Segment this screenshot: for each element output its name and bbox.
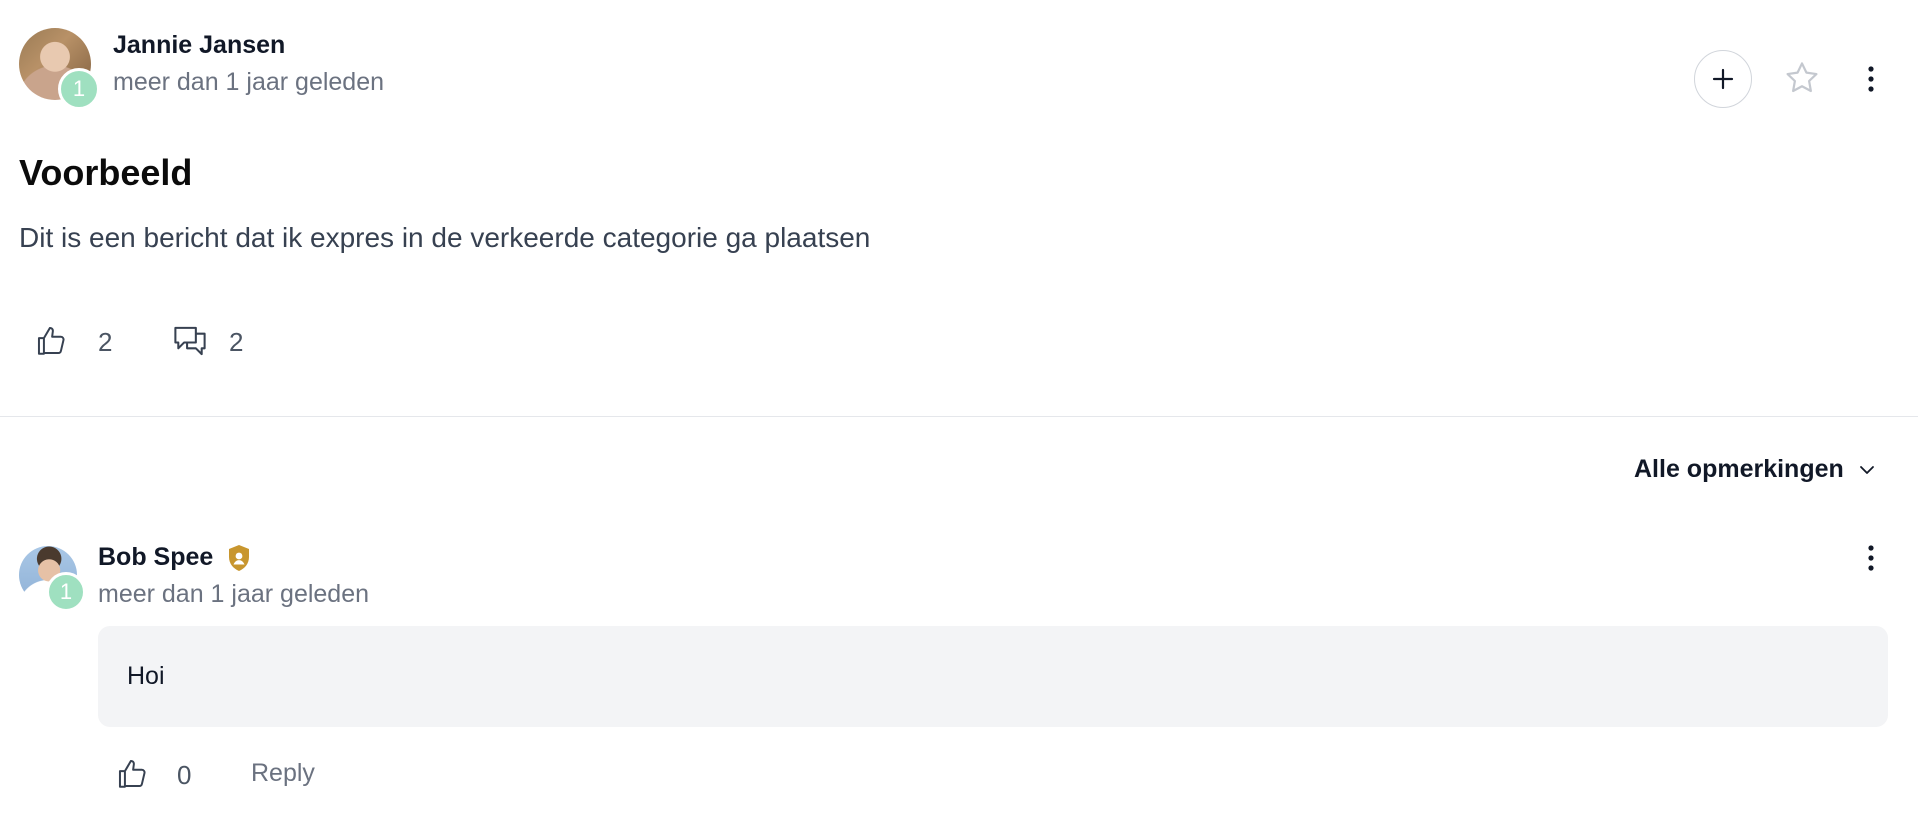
thumbs-up-icon: [118, 759, 146, 788]
post-like-count: 2: [98, 327, 113, 357]
plus-icon: [1712, 68, 1734, 90]
comment-timestamp: meer dan 1 jaar geleden: [98, 580, 370, 608]
star-icon: [1786, 62, 1818, 93]
follow-button[interactable]: [1694, 50, 1752, 108]
section-divider: [0, 416, 1918, 417]
level-badge: 1: [46, 572, 86, 612]
reply-button[interactable]: Reply: [251, 759, 315, 788]
post-comment-count: 2: [229, 327, 244, 357]
thumbs-up-icon: [37, 326, 65, 355]
more-vertical-icon: [1868, 545, 1874, 571]
post-title: Voorbeeld: [19, 152, 193, 193]
comment-bubble: [98, 626, 1888, 727]
level-badge: 1: [58, 68, 100, 110]
more-vertical-icon: [1868, 66, 1874, 92]
comment-menu-button[interactable]: [1856, 541, 1886, 575]
moderator-shield-icon: [226, 543, 252, 573]
post-body: Dit is een bericht dat ik expres in de v…: [19, 222, 871, 253]
sort-label: Alle opmerkingen: [1634, 455, 1844, 483]
comment-like-button[interactable]: [112, 755, 152, 793]
post-like-button[interactable]: [31, 322, 71, 360]
post-comments-button[interactable]: [169, 322, 211, 360]
chevron-down-icon: [1859, 465, 1874, 474]
comment-like-count: 0: [177, 760, 192, 790]
favorite-button[interactable]: [1782, 58, 1822, 98]
comment-sort-select[interactable]: Alle opmerkingen: [1634, 455, 1876, 484]
comment-author-name[interactable]: Bob Spee: [98, 543, 213, 572]
comments-icon: [174, 326, 206, 356]
post-timestamp: meer dan 1 jaar geleden: [113, 68, 385, 96]
post-author-name[interactable]: Jannie Jansen: [113, 31, 285, 60]
post-menu-button[interactable]: [1856, 62, 1886, 96]
comment-text: Hoi: [127, 662, 165, 690]
